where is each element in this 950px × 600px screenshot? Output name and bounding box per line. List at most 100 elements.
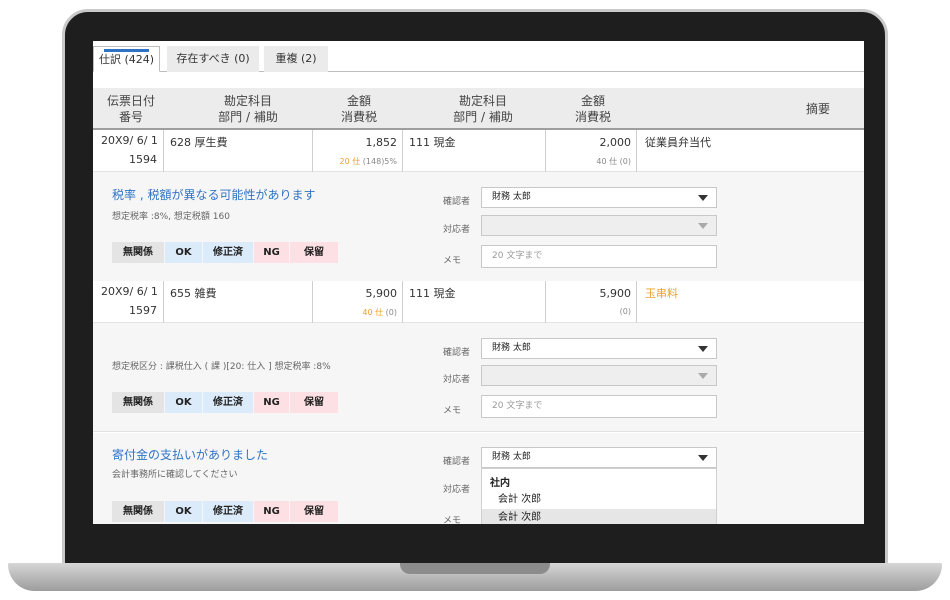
debit-tax-code: 20 仕 [339, 157, 361, 166]
hold-button[interactable]: 保留 [290, 392, 338, 413]
debit-tax-amount: (0) [385, 308, 397, 317]
dropdown-option-highlighted[interactable]: 会計 次郎 [482, 509, 716, 524]
unrelated-button[interactable]: 無関係 [112, 242, 164, 263]
ng-button[interactable]: NG [254, 392, 289, 413]
unrelated-button[interactable]: 無関係 [112, 392, 164, 413]
header-credit-amount: 金額 消費税 [563, 93, 623, 125]
header-date-label: 伝票日付 [106, 94, 155, 108]
panel-title: 税率 , 税額が異なる可能性があります [112, 188, 316, 202]
header-date: 伝票日付 番号 [101, 93, 161, 125]
header-credit-tax-label: 消費税 [574, 110, 611, 124]
app-screen: 仕訳 (424) 存在すべき (0) 重複 (2) 伝票日付 番号 勘定科目 部… [93, 41, 864, 524]
panel-title: 寄付金の支払いがありました [112, 448, 269, 462]
checker-select[interactable]: 財務 太郎 [481, 447, 717, 468]
debit-tax-code: 40 仕 [362, 308, 384, 317]
ok-button[interactable]: OK [165, 501, 202, 522]
checker-select[interactable]: 財務 太郎 [481, 338, 717, 359]
header-debit-amount: 金額 消費税 [329, 93, 389, 125]
credit-account-cell: 111 現金 [402, 281, 546, 323]
header-credit-account-label: 勘定科目 [458, 94, 507, 108]
debit-tax: 40 仕 (0) [362, 307, 397, 318]
handler-label: 対応者 [443, 375, 471, 385]
checker-label: 確認者 [443, 457, 471, 467]
checker-value: 財務 太郎 [492, 343, 531, 353]
handler-label: 対応者 [443, 225, 471, 235]
debit-amount: 5,900 [365, 287, 398, 300]
panel-description: 想定税率 :8%, 想定税額 160 [112, 212, 230, 222]
credit-tax-code: 40 仕 [596, 157, 618, 166]
ok-button[interactable]: OK [165, 242, 202, 263]
header-debit-amount-label: 金額 [346, 94, 371, 108]
check-panel: 寄付金の支払いがありました 会計事務所に確認してください 無関係 OK 修正済 … [93, 433, 864, 524]
credit-tax-amount: (0) [619, 307, 631, 316]
credit-tax: 40 仕 (0) [596, 156, 631, 167]
debit-tax: 20 仕 (148)5% [340, 156, 397, 167]
handler-dropdown-list: 社内 会計 次郎 会計 次郎 [481, 468, 717, 524]
header-credit-amount-label: 金額 [580, 94, 605, 108]
ng-button[interactable]: NG [254, 242, 289, 263]
credit-account: 111 現金 [409, 136, 456, 149]
header-debit-account-label: 勘定科目 [223, 94, 272, 108]
dropdown-option[interactable]: 会計 次郎 [482, 491, 716, 509]
handler-select[interactable] [481, 365, 717, 386]
entry-date: 20X9/ 6/ 1 [101, 285, 158, 298]
ok-button[interactable]: OK [165, 392, 202, 413]
entry-memo: 玉串料 [645, 287, 678, 300]
entry-number: 1597 [129, 304, 157, 317]
debit-account: 628 厚生費 [170, 136, 228, 149]
hold-button[interactable]: 保留 [290, 242, 338, 263]
credit-amount-cell: 2,000 40 仕 (0) [545, 130, 637, 172]
debit-account-cell: 628 厚生費 [163, 130, 313, 172]
entry-date: 20X9/ 6/ 1 [101, 134, 158, 147]
hold-button[interactable]: 保留 [290, 501, 338, 522]
header-number-label: 番号 [118, 110, 143, 124]
fixed-button[interactable]: 修正済 [203, 392, 253, 413]
header-credit-dept-label: 部門 / 補助 [453, 110, 513, 124]
entry-number: 1594 [129, 153, 157, 166]
credit-account-cell: 111 現金 [402, 130, 546, 172]
handler-select[interactable] [481, 215, 717, 236]
unrelated-button[interactable]: 無関係 [112, 501, 164, 522]
tab-duplicates[interactable]: 重複 (2) [264, 46, 328, 72]
debit-amount: 1,852 [365, 136, 398, 149]
table-row[interactable]: 20X9/ 6/ 1 1597 655 雑費 5,900 40 仕 (0) 11… [93, 281, 864, 323]
credit-tax-amount: (0) [619, 157, 631, 166]
tab-journal[interactable]: 仕訳 (424) [93, 46, 160, 72]
header-debit-tax-label: 消費税 [340, 110, 377, 124]
credit-amount-cell: 5,900 (0) [545, 281, 637, 323]
chevron-down-icon [698, 223, 708, 229]
memo-cell: 従業員弁当代 [636, 130, 864, 172]
chevron-down-icon [698, 455, 708, 461]
debit-tax-amount: (148)5% [362, 157, 397, 166]
debit-amount-cell: 1,852 20 仕 (148)5% [312, 130, 403, 172]
dropdown-group-label: 社内 [490, 478, 510, 489]
chevron-down-icon [698, 373, 708, 379]
memo-cell: 玉串料 [636, 281, 864, 323]
checker-value: 財務 太郎 [492, 452, 531, 462]
panel-description: 想定税区分 : 課税仕入 ( 課 )[20: 仕入 ] 想定税率 :8% [112, 362, 331, 372]
ng-button[interactable]: NG [254, 501, 289, 522]
checker-label: 確認者 [443, 348, 471, 358]
debit-account-cell: 655 雑費 [163, 281, 313, 323]
fixed-button[interactable]: 修正済 [203, 501, 253, 522]
memo-label: メモ [443, 516, 462, 524]
memo-input[interactable]: 20 文字まで [481, 245, 717, 268]
debit-account: 655 雑費 [170, 287, 217, 300]
memo-label: メモ [443, 406, 462, 416]
table-row[interactable]: 20X9/ 6/ 1 1594 628 厚生費 1,852 20 仕 (148)… [93, 130, 864, 172]
chevron-down-icon [698, 195, 708, 201]
check-panel: 想定税区分 : 課税仕入 ( 課 )[20: 仕入 ] 想定税率 :8% 無関係… [93, 323, 864, 432]
panel-description: 会計事務所に確認してください [112, 470, 238, 480]
tab-should-exist[interactable]: 存在すべき (0) [167, 46, 259, 72]
credit-account: 111 現金 [409, 287, 456, 300]
header-debit-account: 勘定科目 部門 / 補助 [193, 93, 303, 125]
memo-label: メモ [443, 256, 462, 266]
check-panel: 税率 , 税額が異なる可能性があります 想定税率 :8%, 想定税額 160 無… [93, 172, 864, 281]
credit-amount: 5,900 [599, 287, 632, 300]
table-header: 伝票日付 番号 勘定科目 部門 / 補助 金額 消費税 勘定科目 部門 / 補助… [93, 88, 864, 130]
checker-select[interactable]: 財務 太郎 [481, 187, 717, 208]
fixed-button[interactable]: 修正済 [203, 242, 253, 263]
memo-input[interactable]: 20 文字まで [481, 395, 717, 418]
header-credit-account: 勘定科目 部門 / 補助 [428, 93, 538, 125]
checker-label: 確認者 [443, 197, 471, 207]
